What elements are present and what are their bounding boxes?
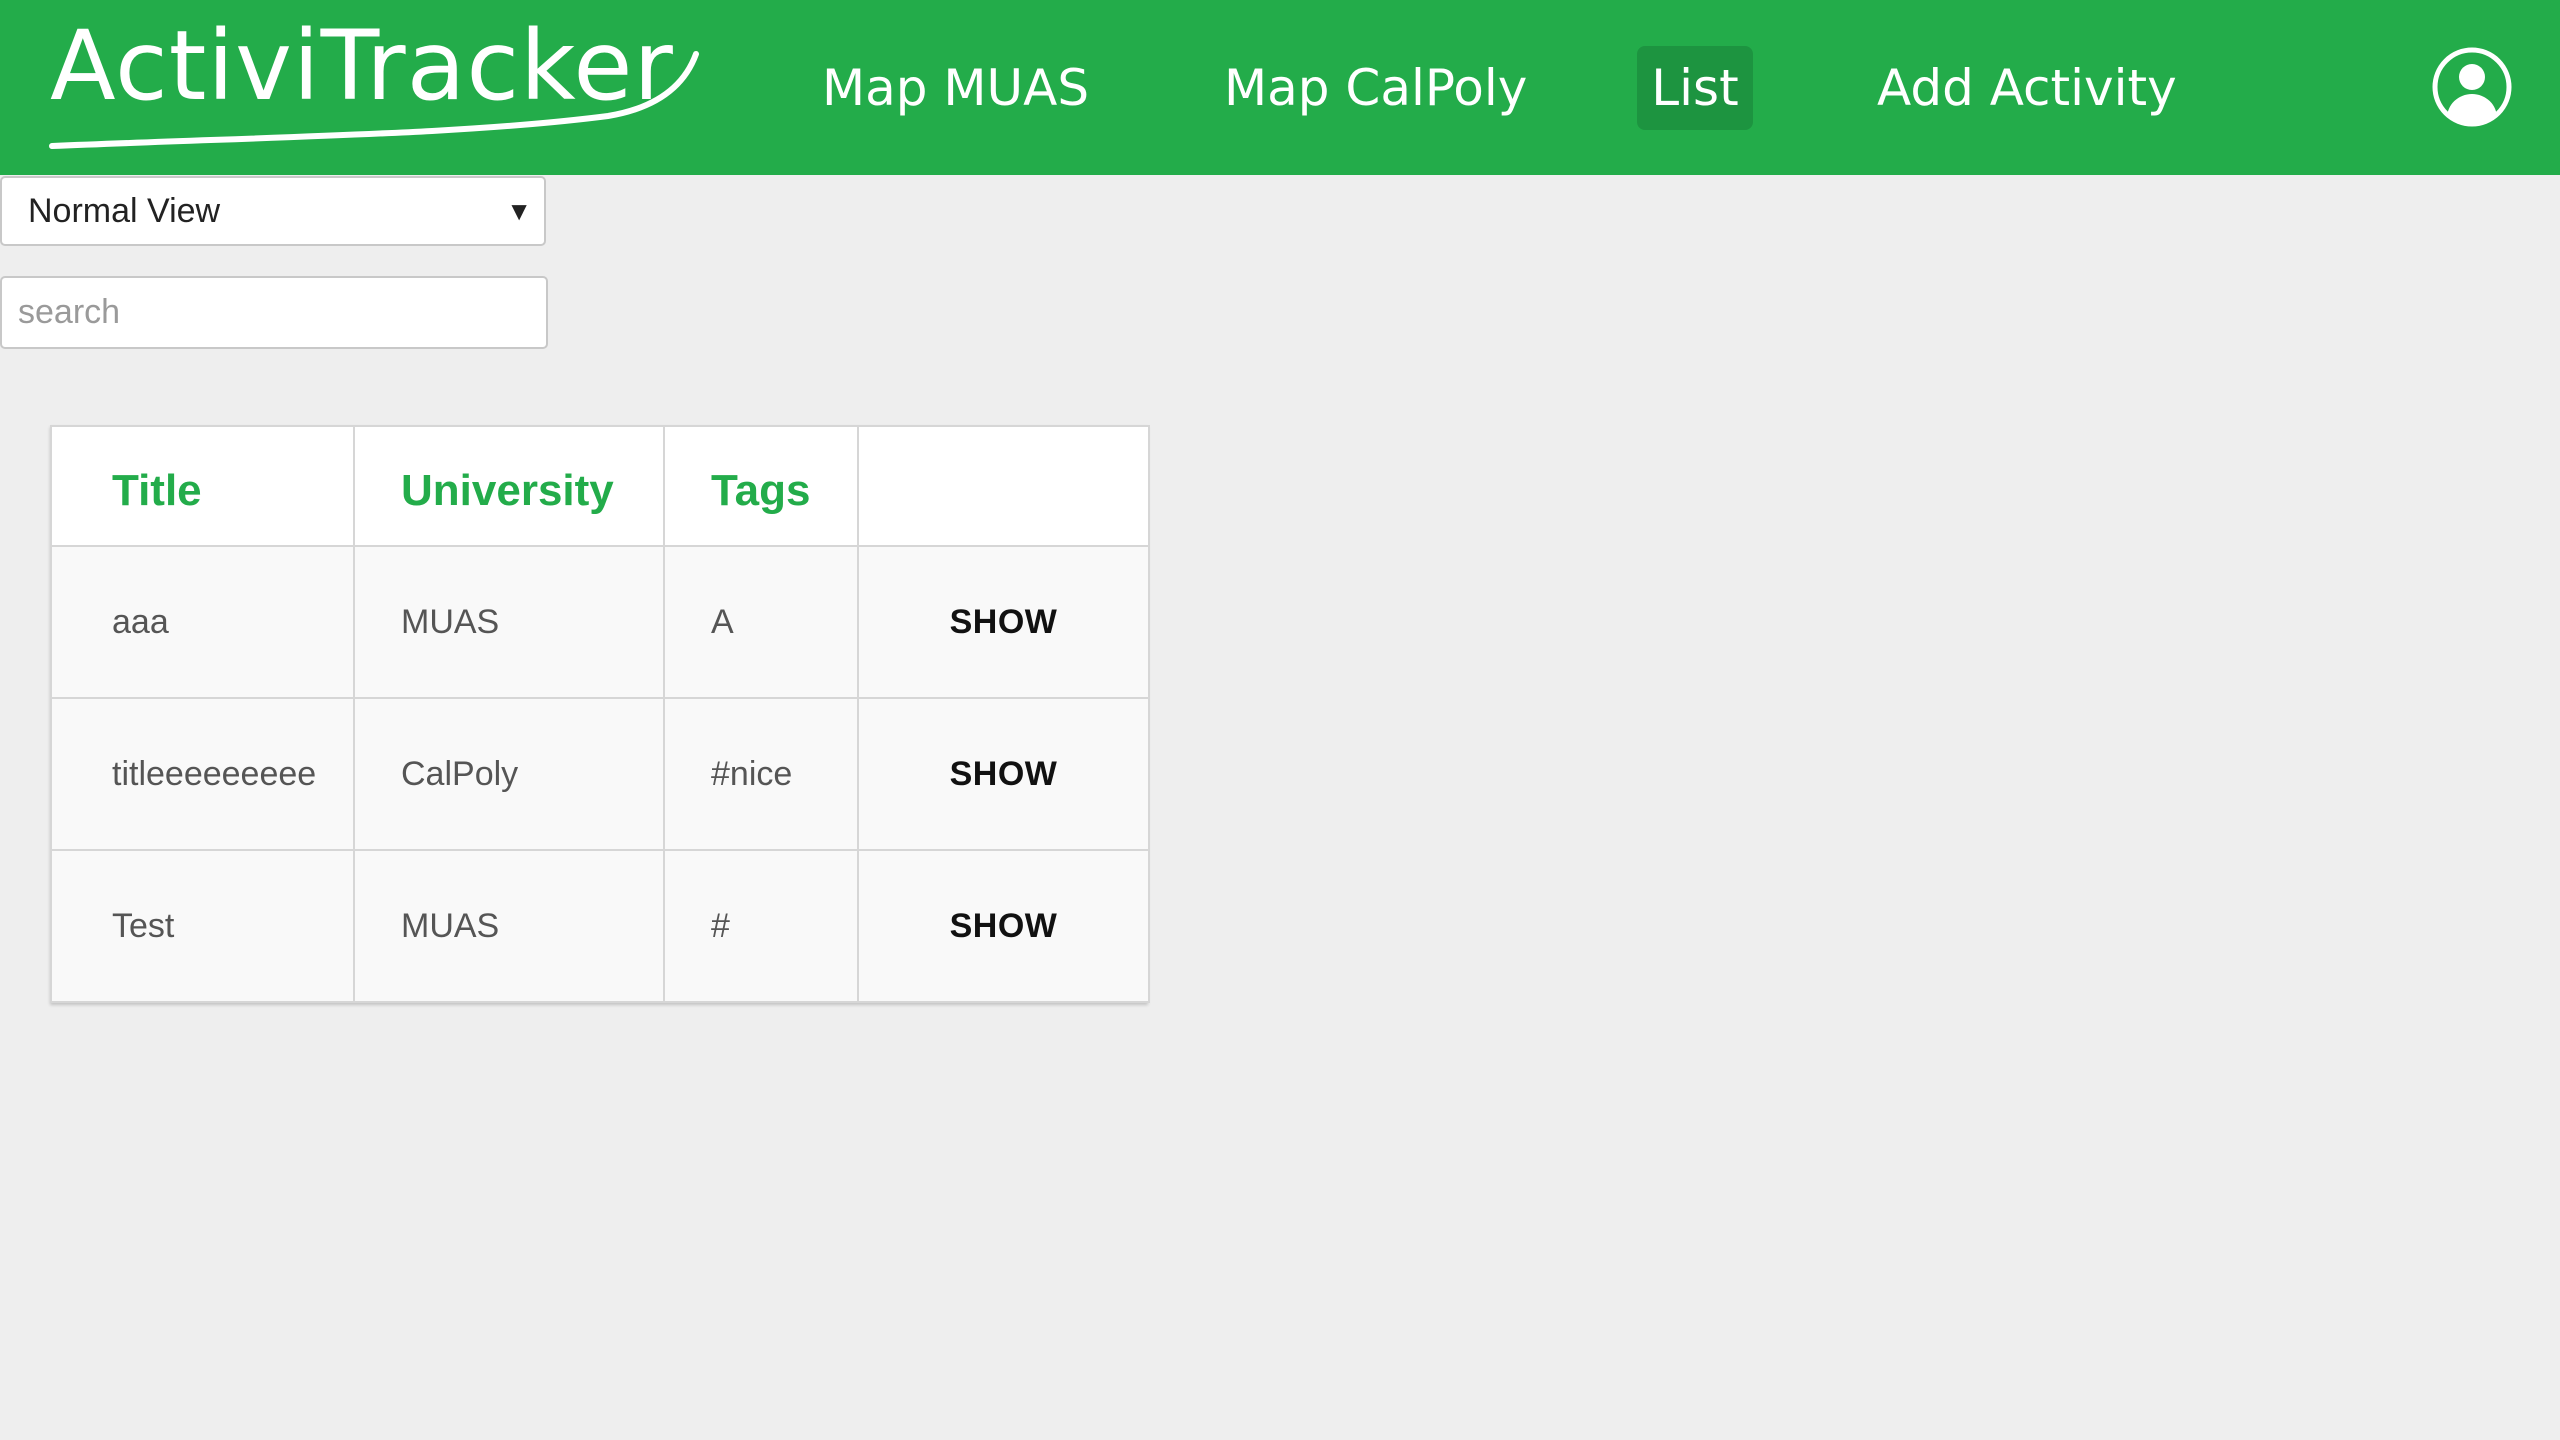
cell-university: CalPoly	[353, 697, 665, 851]
table-row: titleeeeeeeee CalPoly #nice SHOW	[50, 697, 1150, 851]
cell-title: titleeeeeeeee	[50, 697, 355, 851]
cell-tags: A	[663, 545, 859, 699]
cell-tags: #	[663, 849, 859, 1003]
view-mode-select[interactable]: Normal View ▼	[0, 176, 546, 246]
column-header-action	[857, 425, 1150, 547]
cell-university: MUAS	[353, 849, 665, 1003]
app-logo[interactable]: ActiviTracker	[48, 6, 708, 156]
cell-university: MUAS	[353, 545, 665, 699]
nav-map-muas[interactable]: Map MUAS	[822, 46, 1089, 130]
column-header-university[interactable]: University	[353, 425, 665, 547]
cell-action: SHOW	[857, 849, 1150, 1003]
user-circle-icon	[2432, 47, 2512, 127]
logo-swoosh	[49, 51, 699, 149]
show-button[interactable]: SHOW	[934, 899, 1074, 954]
column-header-title[interactable]: Title	[50, 425, 355, 547]
activity-table-container: Title University Tags aaa MUAS A SHOW ti…	[50, 425, 1150, 1003]
column-header-tags[interactable]: Tags	[663, 425, 859, 547]
app-header: ActiviTracker Map MUAS Map CalPoly List …	[0, 0, 2560, 175]
nav-list[interactable]: List	[1637, 46, 1753, 130]
table-row: Test MUAS # SHOW	[50, 849, 1150, 1003]
dropdown-arrow-icon: ▼	[506, 196, 532, 226]
nav-add-activity[interactable]: Add Activity	[1877, 46, 2177, 130]
cell-title: Test	[50, 849, 355, 1003]
nav-map-calpoly[interactable]: Map CalPoly	[1224, 46, 1527, 130]
user-account-button[interactable]	[2431, 46, 2513, 128]
cell-tags: #nice	[663, 697, 859, 851]
cell-action: SHOW	[857, 545, 1150, 699]
activity-table: Title University Tags aaa MUAS A SHOW ti…	[50, 425, 1150, 1003]
cell-title: aaa	[50, 545, 355, 699]
view-mode-selected: Normal View	[28, 192, 221, 230]
table-header-row: Title University Tags	[50, 425, 1150, 547]
cell-action: SHOW	[857, 697, 1150, 851]
search-input[interactable]	[0, 276, 548, 349]
show-button[interactable]: SHOW	[934, 747, 1074, 802]
table-row: aaa MUAS A SHOW	[50, 545, 1150, 699]
show-button[interactable]: SHOW	[934, 595, 1074, 650]
